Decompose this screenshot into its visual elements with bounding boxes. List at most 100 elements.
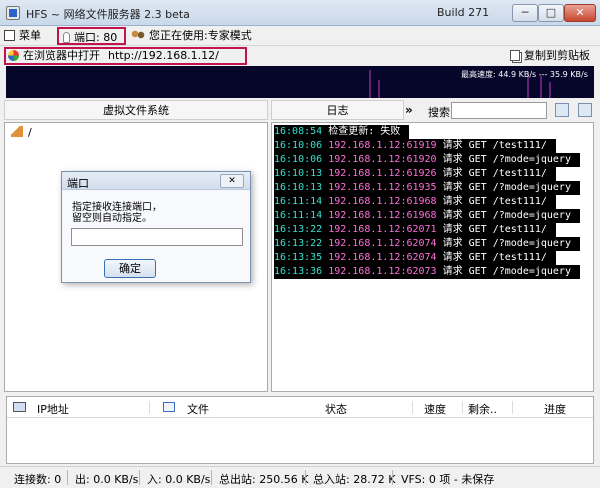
open-in-browser-label: 在浏览器中打开 [23, 49, 100, 62]
ok-button[interactable]: 确定 [104, 259, 156, 278]
log-line: 16:13:22 192.168.1.12:62074 请求 GET /?mod… [274, 237, 581, 251]
log-msg: 请求 GET /?mode=jquery [442, 154, 571, 165]
log-ip: 192.168.1.12:61935 [328, 182, 437, 193]
build-label: Build 271 [437, 6, 490, 19]
mode-button[interactable]: 您正在使用:专家模式 [131, 27, 252, 45]
dialog-message: 指定接收连接端口， 留空则自动指定。 [72, 202, 242, 224]
dialog-message-line2: 留空则自动指定。 [72, 213, 152, 224]
log-line: 16:13:22 192.168.1.12:62071 请求 GET /test… [274, 223, 556, 237]
log-line: 16:10:06 192.168.1.12:61919 请求 GET /test… [274, 139, 556, 153]
column-divider[interactable] [462, 401, 463, 414]
log-ip: 192.168.1.12:61926 [328, 168, 437, 179]
close-button[interactable]: ✕ [564, 4, 596, 22]
dialog-title: 端口 [67, 177, 89, 190]
column-progress[interactable]: 进度 [544, 401, 566, 417]
log-msg: 请求 GET /test111/ [442, 224, 547, 235]
port-input[interactable] [71, 228, 243, 246]
port-dialog: 端口 ✕ 指定接收连接端口， 留空则自动指定。 确定 [61, 171, 251, 283]
log-time: 16:11:14 [274, 210, 323, 221]
log-time: 16:13:35 [274, 252, 323, 263]
log-time: 16:08:54 [274, 126, 323, 137]
log-header[interactable]: 日志 [271, 100, 404, 120]
menu-label: 菜单 [19, 29, 41, 42]
column-ip[interactable]: IP地址 [37, 401, 69, 417]
log-ip: 192.168.1.12:61968 [328, 196, 437, 207]
port-label: 端口: 80 [74, 31, 118, 44]
connections-list[interactable]: IP地址 文件 状态 速度 剩余.. 进度 [6, 396, 594, 464]
mode-label: 您正在使用:专家模式 [149, 29, 252, 42]
log-msg: 请求 GET /test111/ [442, 168, 547, 179]
log-msg: 检查更新: 失败 [328, 126, 401, 137]
menu-button[interactable]: 菜单 [4, 27, 41, 45]
port-button[interactable]: 端口: 80 [57, 27, 126, 45]
file-icon [163, 402, 175, 412]
log-time: 16:11:14 [274, 196, 323, 207]
plug-icon [63, 32, 70, 43]
toolbar: 菜单 端口: 80 您正在使用:专家模式 [0, 26, 600, 46]
log-time: 16:13:22 [274, 224, 323, 235]
log-line: 16:11:14 192.168.1.12:61968 请求 GET /test… [274, 195, 556, 209]
log-ip: 192.168.1.12:61920 [328, 154, 437, 165]
log-ip: 192.168.1.12:62074 [328, 252, 437, 263]
connections-header: IP地址 文件 状态 速度 剩余.. 进度 [7, 397, 593, 418]
url-bar: 在浏览器中打开 http://192.168.1.12/ 复制到剪贴板 [0, 46, 600, 66]
column-speed[interactable]: 速度 [424, 401, 446, 417]
open-in-browser-button[interactable]: 在浏览器中打开 http://192.168.1.12/ [4, 47, 247, 65]
column-file[interactable]: 文件 [187, 401, 209, 417]
column-divider[interactable] [149, 401, 150, 414]
status-out-speed: 出: 0.0 KB/s [75, 473, 139, 486]
browser-icon [8, 50, 19, 61]
vfs-root-item[interactable]: / [11, 126, 32, 139]
log-msg: 请求 GET /test111/ [442, 140, 547, 151]
app-icon [6, 6, 20, 20]
log-msg: 请求 GET /?mode=jquery [442, 266, 571, 277]
log-panel[interactable]: 16:08:54 检查更新: 失败 16:10:06 192.168.1.12:… [271, 122, 594, 392]
clear-log-icon[interactable] [578, 103, 592, 117]
log-time: 16:13:36 [274, 266, 323, 277]
status-total-out: 总出站: 250.56 K [219, 473, 309, 486]
log-line: 16:13:36 192.168.1.12:62073 请求 GET /?mod… [274, 265, 581, 279]
copy-to-clipboard-button[interactable]: 复制到剪贴板 [510, 48, 590, 65]
server-url[interactable]: http://192.168.1.12/ [108, 49, 219, 62]
home-folder-icon [11, 126, 23, 137]
search-label: 搜索 [428, 106, 450, 119]
log-line: 16:08:54 检查更新: 失败 [274, 125, 410, 139]
column-divider[interactable] [412, 401, 413, 414]
window-title: HFS ~ 网络文件服务器 2.3 beta [26, 8, 190, 21]
status-divider [392, 470, 393, 485]
status-connections: 连接数: 0 [14, 473, 62, 486]
log-line: 16:10:13 192.168.1.12:61926 请求 GET /test… [274, 167, 556, 181]
log-time: 16:10:13 [274, 168, 323, 179]
copy-icon [510, 50, 520, 61]
log-ip: 192.168.1.12:61919 [328, 140, 437, 151]
column-divider[interactable] [512, 401, 513, 414]
dialog-message-line1: 指定接收连接端口， [72, 202, 162, 213]
log-msg: 请求 GET /?mode=jquery [442, 210, 571, 221]
minimize-button[interactable]: ─ [512, 4, 538, 22]
status-divider [305, 470, 306, 485]
vfs-header[interactable]: 虚拟文件系统 [4, 100, 268, 120]
title-bar: HFS ~ 网络文件服务器 2.3 beta Build 271 ─ □ ✕ [0, 0, 600, 26]
status-vfs: VFS: 0 项 - 未保存 [401, 473, 495, 486]
column-remaining[interactable]: 剩余.. [468, 401, 497, 417]
menu-icon [4, 30, 15, 41]
status-divider [139, 470, 140, 485]
expand-log-button[interactable]: » [405, 103, 413, 117]
vfs-root-label: / [28, 126, 32, 139]
log-msg: 请求 GET /?mode=jquery [442, 238, 571, 249]
dialog-close-button[interactable]: ✕ [220, 174, 244, 188]
status-total-in: 总入站: 28.72 K [313, 473, 396, 486]
log-ip: 192.168.1.12:62073 [328, 266, 437, 277]
column-status[interactable]: 状态 [325, 401, 347, 417]
log-msg: 请求 GET /test111/ [442, 252, 547, 263]
log-time: 16:10:13 [274, 182, 323, 193]
search-icon[interactable] [555, 103, 569, 117]
log-msg: 请求 GET /test111/ [442, 196, 547, 207]
log-line: 16:10:06 192.168.1.12:61920 请求 GET /?mod… [274, 153, 581, 167]
maximize-button[interactable]: □ [538, 4, 564, 22]
search-input[interactable] [451, 102, 547, 119]
status-bar: 连接数: 0 出: 0.0 KB/s 入: 0.0 KB/s 总出站: 250.… [0, 466, 600, 488]
log-line: 16:11:14 192.168.1.12:61968 请求 GET /?mod… [274, 209, 581, 223]
copy-label: 复制到剪贴板 [524, 49, 590, 62]
graph-speed-label: 最高速度: 44.9 KB/s --- 35.9 KB/s [461, 70, 588, 79]
